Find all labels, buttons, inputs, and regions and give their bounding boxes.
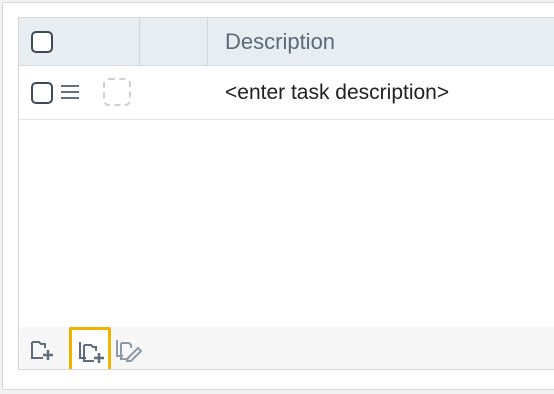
description-column-header[interactable]: Description xyxy=(225,18,335,66)
drag-handle-icon[interactable] xyxy=(61,85,79,99)
select-all-checkbox[interactable] xyxy=(31,31,53,53)
edit-copy-button[interactable] xyxy=(113,334,143,364)
add-row-button[interactable] xyxy=(27,334,57,364)
task-description-cell[interactable]: <enter task description> xyxy=(225,66,449,120)
task-grid: Description <enter task description> xyxy=(18,17,554,370)
row-checkbox[interactable] xyxy=(31,82,53,104)
edit-copy-icon xyxy=(116,340,143,362)
add-icon xyxy=(31,341,53,360)
grid-header: Description xyxy=(19,18,554,66)
add-copy-icon xyxy=(79,342,104,363)
column-separator[interactable] xyxy=(207,18,208,66)
table-row[interactable]: <enter task description> xyxy=(19,66,554,120)
column-separator[interactable] xyxy=(139,18,140,66)
grid-toolbar xyxy=(19,327,554,369)
image-placeholder-icon[interactable] xyxy=(103,78,131,106)
add-copy-button[interactable] xyxy=(69,327,111,369)
